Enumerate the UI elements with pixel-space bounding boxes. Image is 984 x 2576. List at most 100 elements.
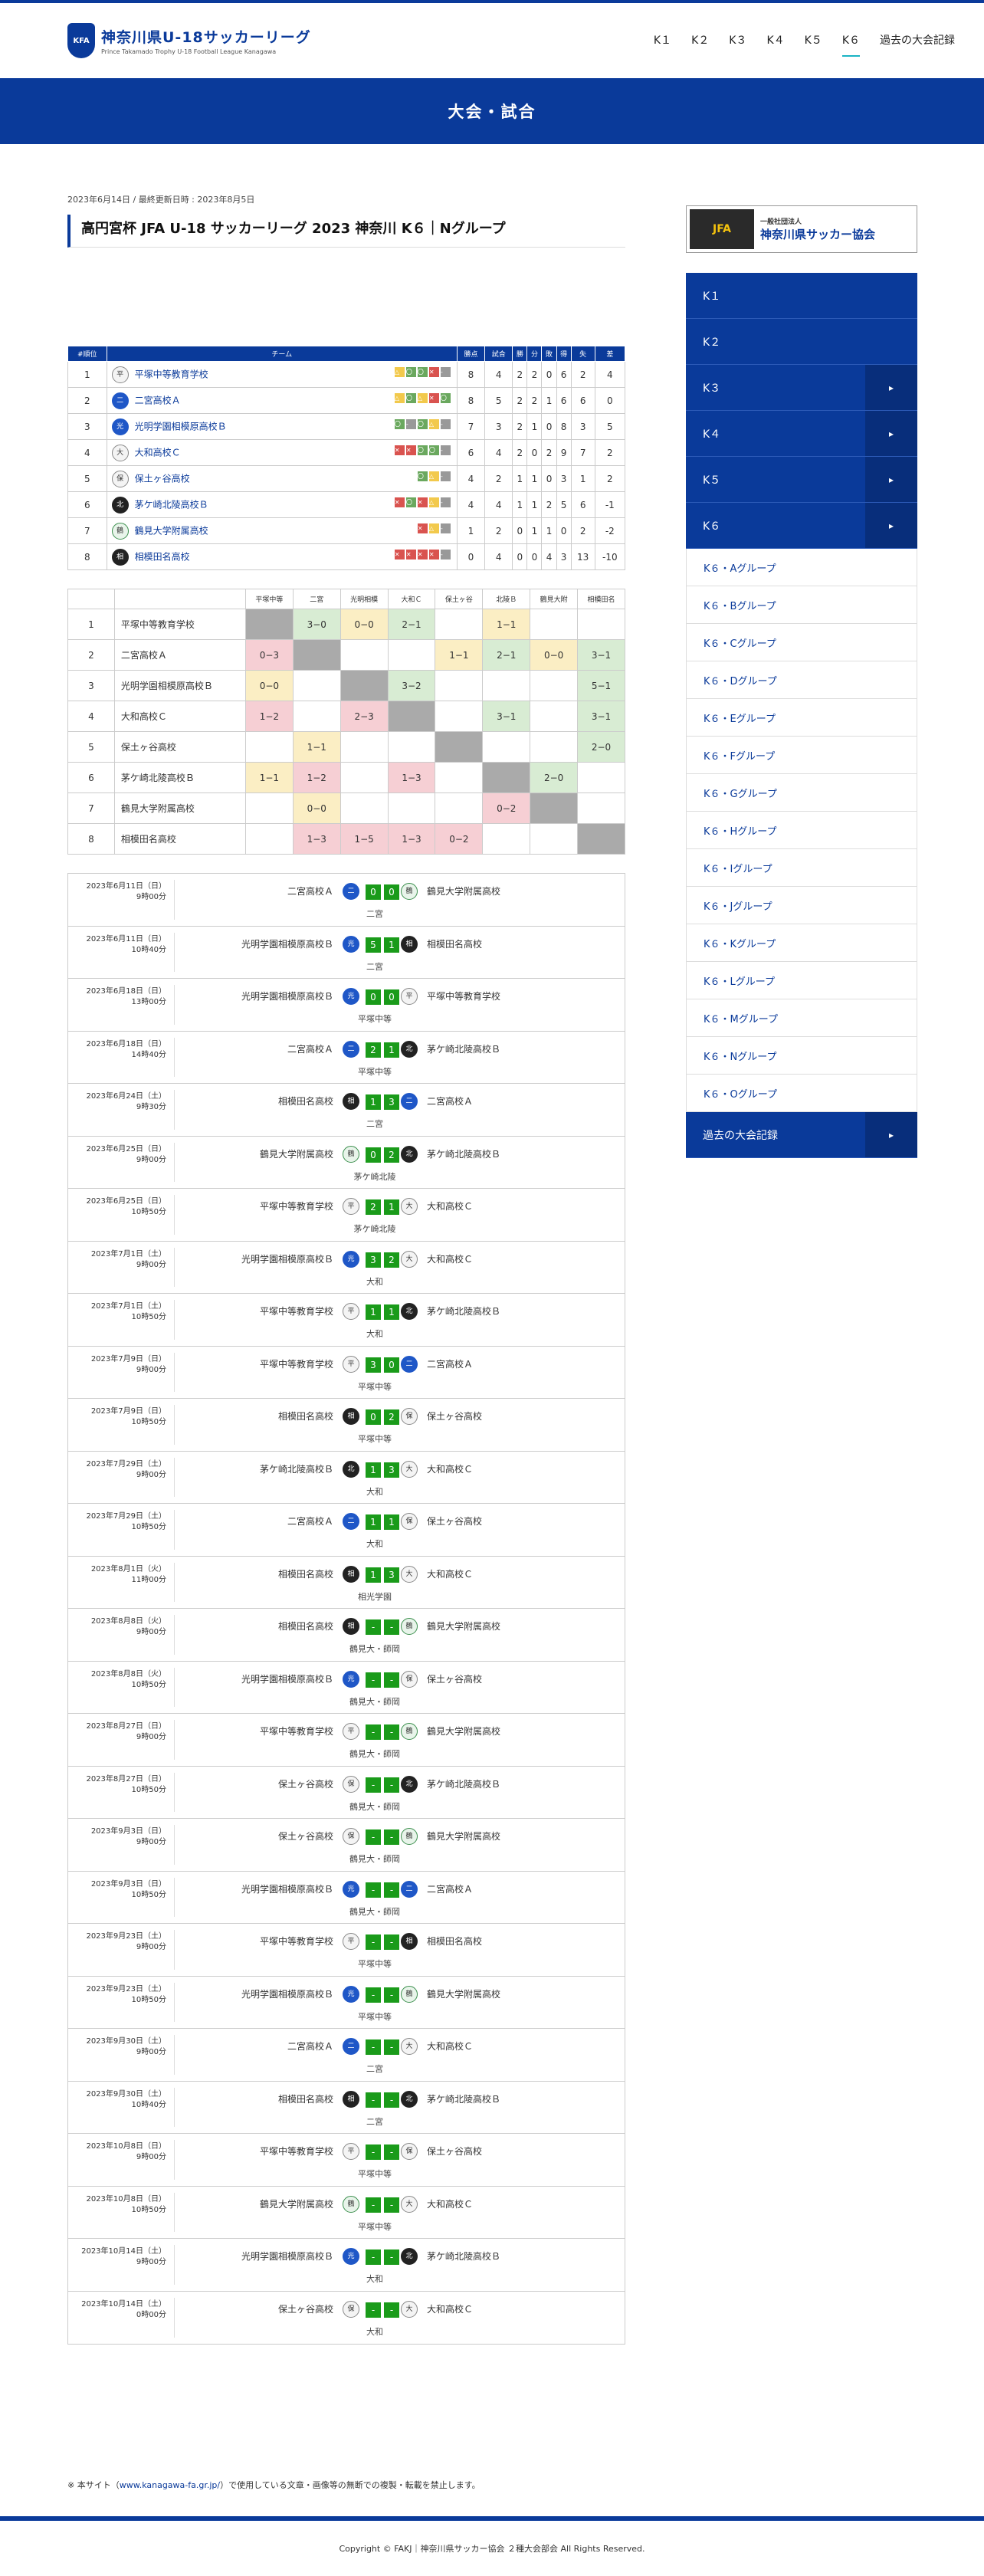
away-emblem-icon: 鶴 bbox=[401, 1723, 418, 1740]
sidebar-group-link[interactable]: K６・Nグループ bbox=[686, 1037, 917, 1075]
expand-arrow-icon[interactable]: ▸ bbox=[865, 503, 917, 548]
match-datetime: 2023年6月25日（日） 9時00分 bbox=[74, 1144, 166, 1166]
sidebar-item-k6[interactable]: K６ ▸ bbox=[686, 503, 917, 549]
away-score: - bbox=[384, 2197, 399, 2213]
nav-item[interactable]: K５ bbox=[805, 32, 822, 57]
sidebar-group-link[interactable]: K６・Kグループ bbox=[686, 924, 917, 962]
match-venue: 鶴見大・師岡 bbox=[349, 1854, 400, 1864]
sidebar-group-link[interactable]: K６・Bグループ bbox=[686, 586, 917, 624]
match-venue: 大和 bbox=[366, 2326, 383, 2337]
grid-result-cell bbox=[577, 823, 625, 855]
expand-arrow-icon[interactable]: ▸ bbox=[865, 365, 917, 410]
expand-arrow-icon[interactable]: ▸ bbox=[865, 1112, 917, 1157]
away-emblem-icon: 保 bbox=[401, 1513, 418, 1530]
home-emblem-icon: 平 bbox=[343, 1355, 359, 1373]
form-l: ✕ bbox=[417, 523, 428, 533]
stat-p: 4 bbox=[484, 543, 513, 570]
stat-w: 0 bbox=[512, 543, 528, 570]
sidebar-group-link[interactable]: K６・Oグループ bbox=[686, 1075, 917, 1112]
grid-result-cell bbox=[577, 609, 625, 640]
sidebar-group-link[interactable]: K６・Cグループ bbox=[686, 624, 917, 661]
match-datetime: 2023年8月1日（火） 11時00分 bbox=[74, 1564, 166, 1586]
grid-result-cell: 2−3 bbox=[339, 701, 389, 732]
site-logo[interactable]: KFA 神奈川県U-18サッカーリーグ Prince Takamado Trop… bbox=[67, 23, 311, 58]
team-name-link[interactable]: 大和高校Ｃ bbox=[135, 447, 181, 458]
association-banner[interactable]: JFA 一般社団法人 神奈川県サッカー協会 bbox=[686, 205, 917, 253]
match-date: 2023年6月18日（日） bbox=[86, 987, 166, 996]
match-venue: 茅ケ崎北陵 bbox=[353, 1224, 396, 1234]
sidebar-group-link[interactable]: K６・Eグループ bbox=[686, 699, 917, 737]
sidebar-group-link[interactable]: K６・Aグループ bbox=[686, 549, 917, 586]
match-time: 9時00分 bbox=[136, 2048, 166, 2056]
sidebar-group-link[interactable]: K６・Iグループ bbox=[686, 849, 917, 887]
match-row: 2023年7月1日（土） 10時50分 平塚中等教育学校平 1 1 北茅ケ崎北陵高校Ｂ 大和 bbox=[68, 1294, 625, 1347]
nav-item[interactable]: 過去の大会記録 bbox=[880, 32, 955, 57]
sidebar-item-k5[interactable]: K５ ▸ bbox=[686, 457, 917, 503]
match-date: 2023年9月23日（土） bbox=[86, 1984, 166, 1994]
expand-arrow-icon[interactable]: ▸ bbox=[865, 411, 917, 456]
match-date: 2023年8月1日（火） bbox=[90, 1564, 166, 1573]
sidebar-group-link[interactable]: K６・Jグループ bbox=[686, 887, 917, 924]
sidebar-group-link[interactable]: K６・Hグループ bbox=[686, 812, 917, 849]
sidebar-group-link[interactable]: K６・Dグループ bbox=[686, 661, 917, 699]
nav-item[interactable]: K２ bbox=[691, 32, 709, 57]
score: 02 bbox=[366, 1409, 402, 1425]
sidebar-item-past[interactable]: 過去の大会記録 ▸ bbox=[686, 1112, 917, 1158]
away-score: - bbox=[384, 2092, 399, 2108]
nav-item[interactable]: K３ bbox=[729, 32, 746, 57]
home-score: - bbox=[366, 1829, 381, 1845]
sidebar-item-label: K１ bbox=[703, 290, 721, 303]
match-datetime: 2023年9月3日（日） 9時00分 bbox=[74, 1826, 166, 1848]
home-emblem-icon: 平 bbox=[343, 2143, 359, 2160]
nav-item[interactable]: K６ bbox=[841, 32, 860, 57]
team-name-link[interactable]: 保土ヶ谷高校 bbox=[135, 473, 190, 484]
team-name-link[interactable]: 茅ケ崎北陵高校Ｂ bbox=[135, 499, 208, 510]
grid-column-header: 保土ヶ谷 bbox=[435, 589, 484, 609]
match-time: 9時00分 bbox=[136, 1260, 166, 1269]
stat-d: 2 bbox=[526, 361, 543, 388]
sidebar-item-k3[interactable]: K３ ▸ bbox=[686, 365, 917, 411]
nav-item[interactable]: K１ bbox=[654, 32, 671, 57]
site-link[interactable]: www.kanagawa-fa.gr.jp/ bbox=[120, 2480, 220, 2490]
site-footer: Copyright © FAKJ｜神奈川県サッカー協会 ２種大会部会 All R… bbox=[0, 2516, 984, 2576]
stat-ga: 1 bbox=[570, 465, 595, 492]
match-row: 2023年6月11日（日） 10時40分 光明学園相模原高校Ｂ 光 5 1 相相模田名高校二… bbox=[68, 927, 625, 979]
sidebar-item-k1[interactable]: K１ bbox=[686, 273, 917, 319]
match-datetime: 2023年10月8日（日） 10時50分 bbox=[74, 2194, 166, 2216]
team-name-link[interactable]: 相模田名高校 bbox=[135, 551, 190, 562]
away-emblem-icon: 平 bbox=[401, 988, 418, 1005]
team-name-link[interactable]: 光明学園相模原高校Ｂ bbox=[135, 421, 227, 432]
team-name-link[interactable]: 鶴見大学附属高校 bbox=[135, 525, 208, 536]
grid-team-name: 鶴見大学附属高校 bbox=[113, 792, 246, 824]
away-team: 茅ケ崎北陵高校Ｂ bbox=[427, 1148, 501, 1160]
grid-result-cell: 1−3 bbox=[387, 762, 436, 793]
sidebar-group-link[interactable]: K６・Lグループ bbox=[686, 962, 917, 999]
home-team: 光明学園相模原高校Ｂ bbox=[241, 1883, 333, 1895]
home-score: - bbox=[366, 2302, 381, 2318]
sidebar-group-link[interactable]: K６・Mグループ bbox=[686, 999, 917, 1037]
away-emblem-icon: 大 bbox=[401, 2300, 418, 2318]
match-date: 2023年7月29日（土） bbox=[86, 1512, 166, 1521]
match-time: 13時00分 bbox=[131, 998, 166, 1006]
match-datetime: 2023年6月25日（日） 10時50分 bbox=[74, 1196, 166, 1218]
match-row: 2023年8月8日（火） 10時50分 光明学園相模原高校Ｂ 光 - - 保保土ヶ谷高校 鶴見… bbox=[68, 1662, 625, 1714]
sidebar-item-k4[interactable]: K４ ▸ bbox=[686, 411, 917, 457]
home-team: 光明学園相模原高校Ｂ bbox=[241, 2251, 333, 2262]
grid-result-cell: 3−0 bbox=[292, 609, 341, 640]
sidebar-item-k2[interactable]: K２ bbox=[686, 319, 917, 365]
sidebar-group-link[interactable]: K６・Fグループ bbox=[686, 737, 917, 774]
recent-form: ✕ ✕ 〇〇 - bbox=[393, 445, 451, 455]
stat-w: 0 bbox=[512, 517, 528, 544]
match-row: 2023年6月18日（日） 13時00分 光明学園相模原高校Ｂ 光 0 0 平平塚中等教育学… bbox=[68, 979, 625, 1032]
nav-item[interactable]: K４ bbox=[766, 32, 784, 57]
divider bbox=[174, 1772, 175, 1812]
away-score: 1 bbox=[384, 1304, 399, 1320]
away-score: 3 bbox=[384, 1567, 399, 1583]
match-datetime: 2023年7月29日（土） 9時00分 bbox=[74, 1459, 166, 1481]
grid-row: 2 二宮高校Ａ 0−3 1−1 2−1 0−0 3−1 bbox=[67, 639, 625, 671]
team-name-link[interactable]: 二宮高校Ａ bbox=[135, 395, 181, 405]
team-name-link[interactable]: 平塚中等教育学校 bbox=[135, 369, 208, 379]
grid-result-cell bbox=[530, 731, 579, 763]
expand-arrow-icon[interactable]: ▸ bbox=[865, 457, 917, 502]
sidebar-group-link[interactable]: K６・Gグループ bbox=[686, 774, 917, 812]
